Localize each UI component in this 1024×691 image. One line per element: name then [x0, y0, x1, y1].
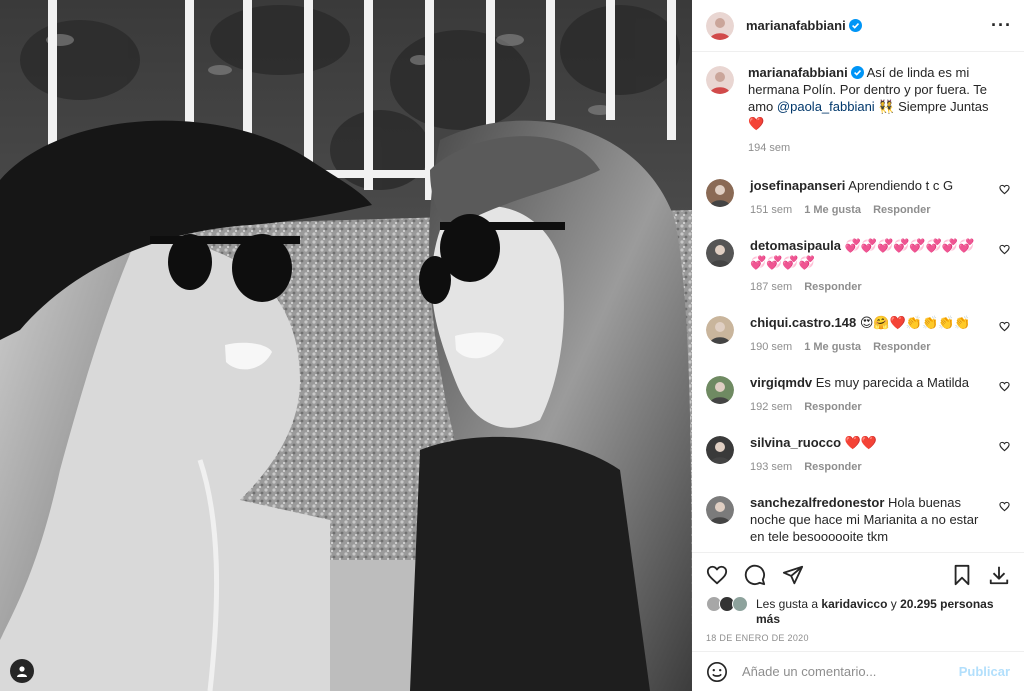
comment-time[interactable]: 190 sem [750, 341, 792, 353]
comment-like-icon[interactable] [999, 320, 1010, 335]
caption-mention[interactable]: @paola_fabbiani [777, 99, 875, 114]
add-comment-bar: Publicar [692, 651, 1024, 691]
comment-text: ❤️❤️ [844, 435, 878, 450]
commenter-avatar[interactable] [706, 436, 734, 464]
comment-like-icon[interactable] [999, 440, 1010, 455]
more-options-icon[interactable]: ··· [991, 15, 1012, 36]
publish-button[interactable]: Publicar [959, 664, 1010, 679]
commenter-username[interactable]: virgiqmdv [750, 375, 812, 390]
reply-button[interactable]: Responder [804, 281, 861, 293]
caption-username[interactable]: marianafabbiani [748, 65, 848, 80]
user-tag-icon[interactable] [10, 659, 34, 683]
commenter-username[interactable]: detomasipaula [750, 238, 841, 253]
author-avatar[interactable] [706, 66, 734, 94]
comments-list[interactable]: marianafabbiani Así de linda es mi herma… [692, 52, 1024, 552]
comment-text: Es muy parecida a Matilda [815, 375, 969, 390]
post-header: marianafabbiani ··· [692, 0, 1024, 52]
likes-user[interactable]: karidavicco [821, 597, 887, 611]
download-icon[interactable] [988, 564, 1010, 586]
caption: marianafabbiani Así de linda es mi herma… [706, 64, 1010, 157]
caption-time[interactable]: 194 sem [748, 142, 790, 154]
author-username[interactable]: marianafabbiani [746, 18, 846, 33]
comment-item: virgiqmdv Es muy parecida a Matilda 192 s… [706, 374, 1010, 416]
bookmark-icon[interactable] [952, 564, 972, 586]
photo-image [0, 0, 692, 691]
reply-button[interactable]: Responder [873, 204, 930, 216]
likes-count[interactable]: 20.295 personas [900, 597, 993, 611]
comment-item: chiqui.castro.148 😍🤗❤️👏👏👏👏 190 sem 1 Me gu… [706, 314, 1010, 356]
comment-icon[interactable] [744, 564, 766, 586]
likes-suffix[interactable]: más [756, 612, 780, 626]
commenter-username[interactable]: silvina_ruocco [750, 435, 841, 450]
commenter-username[interactable]: josefinapanseri [750, 178, 845, 193]
reply-button[interactable]: Responder [804, 401, 861, 413]
commenter-avatar[interactable] [706, 316, 734, 344]
comment-likes[interactable]: 1 Me gusta [804, 204, 861, 216]
comment-text: 😍🤗❤️👏👏👏👏 [859, 315, 971, 330]
comment-input[interactable] [742, 664, 959, 679]
comment-time[interactable]: 193 sem [750, 461, 792, 473]
comment-likes[interactable]: 1 Me gusta [804, 341, 861, 353]
comment-like-icon[interactable] [999, 500, 1010, 515]
post-photo[interactable] [0, 0, 692, 691]
commenter-avatar[interactable] [706, 496, 734, 524]
commenter-avatar[interactable] [706, 376, 734, 404]
comment-time[interactable]: 151 sem [750, 204, 792, 216]
comment-time[interactable]: 192 sem [750, 401, 792, 413]
reply-button[interactable]: Responder [873, 341, 930, 353]
comment-item: detomasipaula 💞💞💞💞💞💞💞💞💞💞💞💞 187 sem Respond… [706, 237, 1010, 296]
commenter-username[interactable]: chiqui.castro.148 [750, 315, 856, 330]
comment-time[interactable]: 187 sem [750, 281, 792, 293]
likes-summary: Les gusta a karidavicco y 20.295 persona… [706, 596, 1010, 627]
post-date[interactable]: 18 DE ENERO DE 2020 [706, 633, 1010, 643]
post-actions: Les gusta a karidavicco y 20.295 persona… [692, 552, 1024, 643]
likes-prefix: Les gusta a [756, 597, 819, 611]
comment-like-icon[interactable] [999, 183, 1010, 198]
verified-badge-icon [850, 66, 864, 79]
comment-item: sanchezalfredonestor Hola buenas noche q… [706, 494, 1010, 552]
commenter-avatar[interactable] [706, 179, 734, 207]
comment-like-icon[interactable] [999, 380, 1010, 395]
commenter-avatar[interactable] [706, 239, 734, 267]
post-side-panel: marianafabbiani ··· marianafabbiani Así … [692, 0, 1024, 691]
likers-avatars[interactable] [706, 596, 750, 614]
comment-like-icon[interactable] [999, 243, 1010, 258]
reply-button[interactable]: Responder [804, 461, 861, 473]
paper-plane-icon[interactable] [782, 564, 804, 586]
emoji-icon[interactable] [706, 661, 728, 683]
comment-item: silvina_ruocco ❤️❤️ 193 sem Responder [706, 434, 1010, 476]
verified-badge-icon [848, 19, 862, 32]
comment-text: Aprendiendo t c G [848, 178, 954, 193]
heart-icon[interactable] [706, 564, 728, 586]
commenter-username[interactable]: sanchezalfredonestor [750, 495, 884, 510]
comment-item: josefinapanseri Aprendiendo t c G 151 sem… [706, 177, 1010, 219]
author-avatar[interactable] [706, 11, 734, 40]
likes-mid: y [890, 597, 897, 611]
